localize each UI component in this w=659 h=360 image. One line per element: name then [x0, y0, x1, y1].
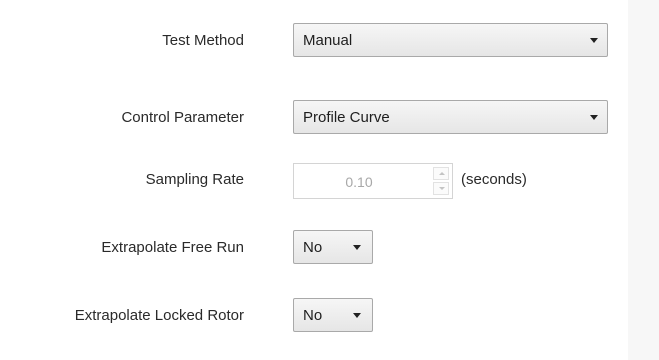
control-parameter-value: Profile Curve: [303, 109, 390, 126]
chevron-down-icon: [353, 245, 361, 250]
panel-edge: [628, 0, 659, 360]
extrapolate-free-run-label: Extrapolate Free Run: [101, 239, 244, 256]
sampling-rate-spinner[interactable]: 0.10: [293, 163, 453, 199]
extrapolate-locked-rotor-dropdown[interactable]: No: [293, 298, 373, 332]
spinner-buttons: [433, 167, 449, 195]
chevron-down-icon: [353, 313, 361, 318]
extrapolate-free-run-value: No: [303, 239, 323, 256]
control-parameter-dropdown[interactable]: Profile Curve: [293, 100, 608, 134]
sampling-rate-label: Sampling Rate: [145, 171, 244, 188]
test-method-dropdown[interactable]: Manual: [293, 23, 608, 57]
spin-up-button[interactable]: [433, 167, 449, 180]
chevron-down-icon: [590, 115, 598, 120]
extrapolate-locked-rotor-value: No: [303, 307, 323, 324]
extrapolate-locked-rotor-label: Extrapolate Locked Rotor: [74, 307, 244, 324]
test-method-value: Manual: [303, 32, 353, 49]
sampling-rate-unit: (seconds): [461, 171, 527, 188]
chevron-down-icon: [590, 38, 598, 43]
sampling-rate-row: Sampling Rate 0.10 (seconds): [0, 160, 628, 200]
test-method-row: Test Method Manual: [0, 21, 628, 61]
spin-down-icon: [439, 187, 445, 190]
control-parameter-label: Control Parameter: [121, 109, 244, 126]
test-method-label: Test Method: [162, 32, 244, 49]
extrapolate-locked-rotor-row: Extrapolate Locked Rotor No: [0, 296, 628, 336]
spin-up-icon: [439, 172, 445, 175]
sampling-rate-value: 0.10: [345, 174, 373, 190]
extrapolate-free-run-row: Extrapolate Free Run No: [0, 228, 628, 268]
control-parameter-row: Control Parameter Profile Curve: [0, 98, 628, 138]
extrapolate-free-run-dropdown[interactable]: No: [293, 230, 373, 264]
settings-panel: Test Method Manual Control Parameter Pro…: [0, 0, 659, 360]
spin-down-button[interactable]: [433, 182, 449, 195]
